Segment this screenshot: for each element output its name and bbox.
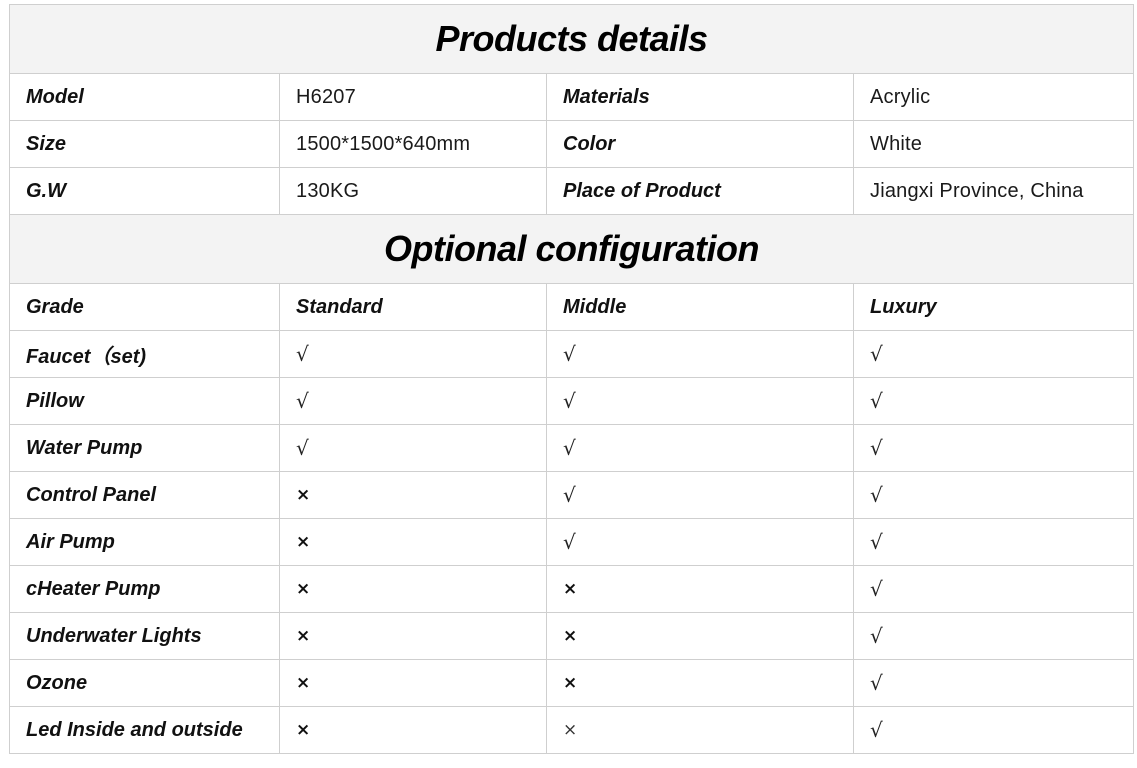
config-item: cHeater Pump bbox=[9, 565, 280, 613]
detail-value: H6207 bbox=[279, 73, 547, 121]
config-item: Control Panel bbox=[9, 471, 280, 519]
detail-row: G.W 130KG Place of Product Jiangxi Provi… bbox=[9, 167, 1135, 215]
check-icon: √ bbox=[546, 330, 854, 378]
check-icon: √ bbox=[279, 330, 547, 378]
check-icon: √ bbox=[852, 612, 1135, 660]
products-details-title: Products details bbox=[8, 4, 1135, 74]
cross-icon: × bbox=[279, 659, 547, 707]
check-icon: √ bbox=[852, 518, 1135, 566]
detail-label: Model bbox=[9, 73, 280, 121]
detail-value: Jiangxi Province, China bbox=[852, 167, 1135, 215]
config-item: Pillow bbox=[9, 377, 280, 425]
config-item: Ozone bbox=[9, 659, 280, 707]
detail-label: G.W bbox=[9, 167, 280, 215]
detail-label: Place of Product bbox=[546, 167, 854, 215]
config-header-row: Grade Standard Middle Luxury bbox=[9, 283, 1135, 331]
config-item: Faucet（set) bbox=[9, 330, 280, 378]
config-item: Underwater Lights bbox=[9, 612, 280, 660]
column-header-grade: Grade bbox=[9, 283, 280, 331]
check-icon: √ bbox=[852, 377, 1135, 425]
detail-value: White bbox=[852, 120, 1135, 168]
spec-table: Products details Model H6207 Materials A… bbox=[8, 4, 1135, 754]
detail-value: 130KG bbox=[279, 167, 547, 215]
check-icon: √ bbox=[852, 565, 1135, 613]
detail-row: Size 1500*1500*640mm Color White bbox=[9, 120, 1135, 168]
column-header-luxury: Luxury bbox=[852, 283, 1135, 331]
detail-value: Acrylic bbox=[852, 73, 1135, 121]
cross-icon: × bbox=[546, 659, 854, 707]
column-header-middle: Middle bbox=[546, 283, 854, 331]
config-item: Air Pump bbox=[9, 518, 280, 566]
config-item: Water Pump bbox=[9, 424, 280, 472]
config-row: cHeater Pump × × √ bbox=[9, 565, 1135, 613]
config-row: Pillow √ √ √ bbox=[9, 377, 1135, 425]
cross-icon: × bbox=[546, 565, 854, 613]
cross-icon: × bbox=[279, 612, 547, 660]
cross-icon: × bbox=[279, 706, 547, 754]
config-row: Ozone × × √ bbox=[9, 659, 1135, 707]
optional-configuration-title: Optional configuration bbox=[8, 214, 1135, 284]
cross-icon: × bbox=[546, 706, 854, 754]
cross-icon: × bbox=[546, 612, 854, 660]
spec-sheet: Products details Model H6207 Materials A… bbox=[8, 4, 1135, 754]
config-item: Led Inside and outside bbox=[9, 706, 280, 754]
config-row: Air Pump × √ √ bbox=[9, 518, 1135, 566]
config-row: Faucet（set) √ √ √ bbox=[9, 330, 1135, 378]
check-icon: √ bbox=[546, 471, 854, 519]
cross-icon: × bbox=[279, 471, 547, 519]
check-icon: √ bbox=[852, 706, 1135, 754]
detail-row: Model H6207 Materials Acrylic bbox=[9, 73, 1135, 121]
config-row: Led Inside and outside × × √ bbox=[9, 706, 1135, 754]
config-row: Control Panel × √ √ bbox=[9, 471, 1135, 519]
column-header-standard: Standard bbox=[279, 283, 547, 331]
check-icon: √ bbox=[279, 424, 547, 472]
detail-label: Materials bbox=[546, 73, 854, 121]
config-row: Underwater Lights × × √ bbox=[9, 612, 1135, 660]
check-icon: √ bbox=[852, 330, 1135, 378]
cross-icon: × bbox=[279, 518, 547, 566]
check-icon: √ bbox=[852, 659, 1135, 707]
check-icon: √ bbox=[279, 377, 547, 425]
check-icon: √ bbox=[546, 424, 854, 472]
detail-label: Color bbox=[546, 120, 854, 168]
check-icon: √ bbox=[546, 377, 854, 425]
check-icon: √ bbox=[852, 424, 1135, 472]
cross-icon: × bbox=[279, 565, 547, 613]
detail-label: Size bbox=[9, 120, 280, 168]
detail-value: 1500*1500*640mm bbox=[279, 120, 547, 168]
check-icon: √ bbox=[852, 471, 1135, 519]
config-row: Water Pump √ √ √ bbox=[9, 424, 1135, 472]
check-icon: √ bbox=[546, 518, 854, 566]
